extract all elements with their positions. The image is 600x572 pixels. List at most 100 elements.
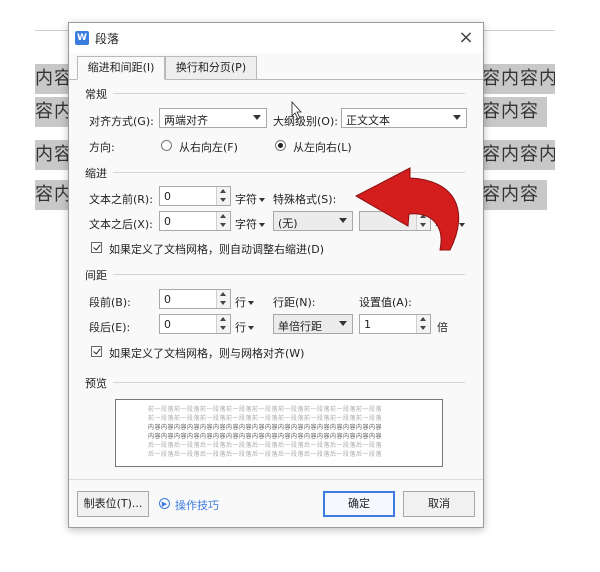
preview-line: 后一段落后一段落后一段落后一段落后一段落后一段落后一段落后一段落后一段落: [148, 442, 383, 449]
spinner-buttons[interactable]: [216, 290, 230, 308]
footer-divider: [69, 479, 483, 480]
indent-after-value: 0: [164, 215, 171, 228]
caret-down-icon: [259, 223, 265, 227]
preview-line: 前一段落前一段落前一段落前一段落前一段落前一段落前一段落前一段落前一段落: [148, 415, 383, 422]
space-before-label: 段前(B):: [89, 296, 131, 309]
unit-text: 字符: [235, 193, 257, 206]
space-before-spinner[interactable]: 0: [159, 289, 231, 309]
unit-text: 行: [235, 296, 246, 309]
spinner-buttons[interactable]: [216, 315, 230, 333]
alignment-value: 两端对齐: [164, 114, 208, 127]
paragraph-preview: 前一段落前一段落前一段落前一段落前一段落前一段落前一段落前一段落前一段落 前一段…: [115, 399, 443, 467]
indent-after-spinner[interactable]: 0: [159, 211, 231, 231]
doc-text-line: 容内容内: [482, 140, 555, 170]
tab-indent-spacing[interactable]: 缩进和间距(I): [77, 56, 165, 80]
chevron-down-icon: [339, 321, 347, 326]
paragraph-dialog: W 段落 × 缩进和间距(I) 换行和分页(P) 常规 对齐方式(G): 两端对…: [68, 22, 484, 528]
caret-down-icon: [220, 198, 226, 202]
ltr-radio[interactable]: [275, 140, 286, 151]
spinner-buttons[interactable]: [416, 212, 430, 230]
special-measure-spinner[interactable]: [359, 211, 431, 231]
doc-text-line: 容内容: [35, 180, 68, 210]
doc-text-line: 容内容内: [482, 64, 555, 94]
space-after-label: 段后(E):: [89, 321, 131, 334]
section-indent: 缩进: [85, 167, 107, 180]
doc-text-line: 容内容: [482, 180, 547, 210]
line-spacing-value: 单倍行距: [278, 320, 322, 333]
close-icon[interactable]: ×: [457, 27, 475, 48]
special-measure-unit[interactable]: 字符: [435, 216, 465, 232]
caret-up-icon: [220, 189, 226, 193]
snap-to-grid-checkbox[interactable]: [91, 346, 102, 357]
set-value-unit: 倍: [437, 321, 448, 334]
caret-down-icon: [220, 223, 226, 227]
caret-down-icon: [420, 326, 426, 330]
caret-up-icon: [420, 317, 426, 321]
set-value-value: 1: [364, 318, 371, 331]
tab-stops-button[interactable]: 制表位(T)...: [77, 491, 149, 517]
ltr-radio-label[interactable]: 从左向右(L): [293, 139, 352, 155]
cancel-button[interactable]: 取消: [403, 491, 475, 517]
play-circle-icon[interactable]: ▶: [159, 498, 170, 509]
indent-before-unit[interactable]: 字符: [235, 191, 265, 207]
space-after-spinner[interactable]: 0: [159, 314, 231, 334]
line-spacing-label: 行距(N):: [273, 296, 316, 309]
caret-down-icon: [459, 223, 465, 227]
space-before-value: 0: [164, 293, 171, 306]
section-divider: [113, 93, 465, 94]
special-format-value: (无): [278, 217, 298, 230]
space-after-unit[interactable]: 行: [235, 319, 254, 335]
dialog-titlebar[interactable]: W 段落 ×: [69, 23, 483, 53]
wps-writer-icon: W: [75, 31, 89, 45]
space-before-unit[interactable]: 行: [235, 294, 254, 310]
caret-down-icon: [220, 326, 226, 330]
set-value-spinner[interactable]: 1: [359, 314, 431, 334]
indent-after-label: 文本之后(X):: [89, 218, 153, 231]
indent-before-value: 0: [164, 190, 171, 203]
section-divider: [113, 382, 465, 383]
alignment-select[interactable]: 两端对齐: [159, 108, 267, 128]
auto-adjust-indent-label[interactable]: 如果定义了文档网格，则自动调整右缩进(D): [109, 241, 324, 257]
line-spacing-select[interactable]: 单倍行距: [273, 314, 353, 334]
ok-button[interactable]: 确定: [323, 491, 395, 517]
section-spacing: 间距: [85, 269, 107, 282]
snap-to-grid-label[interactable]: 如果定义了文档网格，则与网格对齐(W): [109, 345, 304, 361]
doc-text-line: 容内容: [35, 97, 68, 127]
chevron-down-icon: [253, 115, 261, 120]
caret-down-icon: [259, 198, 265, 202]
unit-text: 行: [235, 321, 246, 334]
chevron-down-icon: [453, 115, 461, 120]
spinner-buttons[interactable]: [216, 187, 230, 205]
rtl-radio[interactable]: [161, 140, 172, 151]
spinner-buttons[interactable]: [216, 212, 230, 230]
caret-down-icon: [248, 326, 254, 330]
direction-label: 方向:: [89, 141, 115, 154]
doc-text-line: 内容: [35, 64, 68, 94]
section-divider: [113, 274, 465, 275]
indent-before-spinner[interactable]: 0: [159, 186, 231, 206]
indent-after-unit[interactable]: 字符: [235, 216, 265, 232]
caret-up-icon: [420, 214, 426, 218]
rtl-radio-label[interactable]: 从右向左(F): [179, 139, 238, 155]
outline-level-value: 正文文本: [346, 114, 390, 127]
auto-adjust-indent-checkbox[interactable]: [91, 242, 102, 253]
preview-line: 内容内容内容内容内容内容内容内容内容内容内容内容内容内容内容内容内容内容: [148, 424, 383, 431]
unit-text: 字符: [435, 218, 457, 231]
section-general: 常规: [85, 88, 107, 101]
caret-up-icon: [220, 317, 226, 321]
caret-down-icon: [220, 301, 226, 305]
alignment-label: 对齐方式(G):: [89, 115, 154, 128]
preview-line: 后一段落后一段落后一段落后一段落后一段落后一段落后一段落后一段落后一段落: [148, 451, 383, 458]
space-after-value: 0: [164, 318, 171, 331]
tips-link[interactable]: 操作技巧: [175, 497, 219, 513]
outline-level-label: 大纲级别(O):: [273, 115, 338, 128]
special-format-select[interactable]: (无): [273, 211, 353, 231]
spinner-buttons[interactable]: [416, 315, 430, 333]
caret-up-icon: [220, 292, 226, 296]
outline-level-select[interactable]: 正文文本: [341, 108, 467, 128]
special-format-label: 特殊格式(S):: [273, 193, 337, 206]
caret-up-icon: [220, 214, 226, 218]
tab-line-page-breaks[interactable]: 换行和分页(P): [165, 56, 257, 80]
set-value-label: 设置值(A):: [359, 296, 412, 309]
unit-text: 字符: [235, 218, 257, 231]
